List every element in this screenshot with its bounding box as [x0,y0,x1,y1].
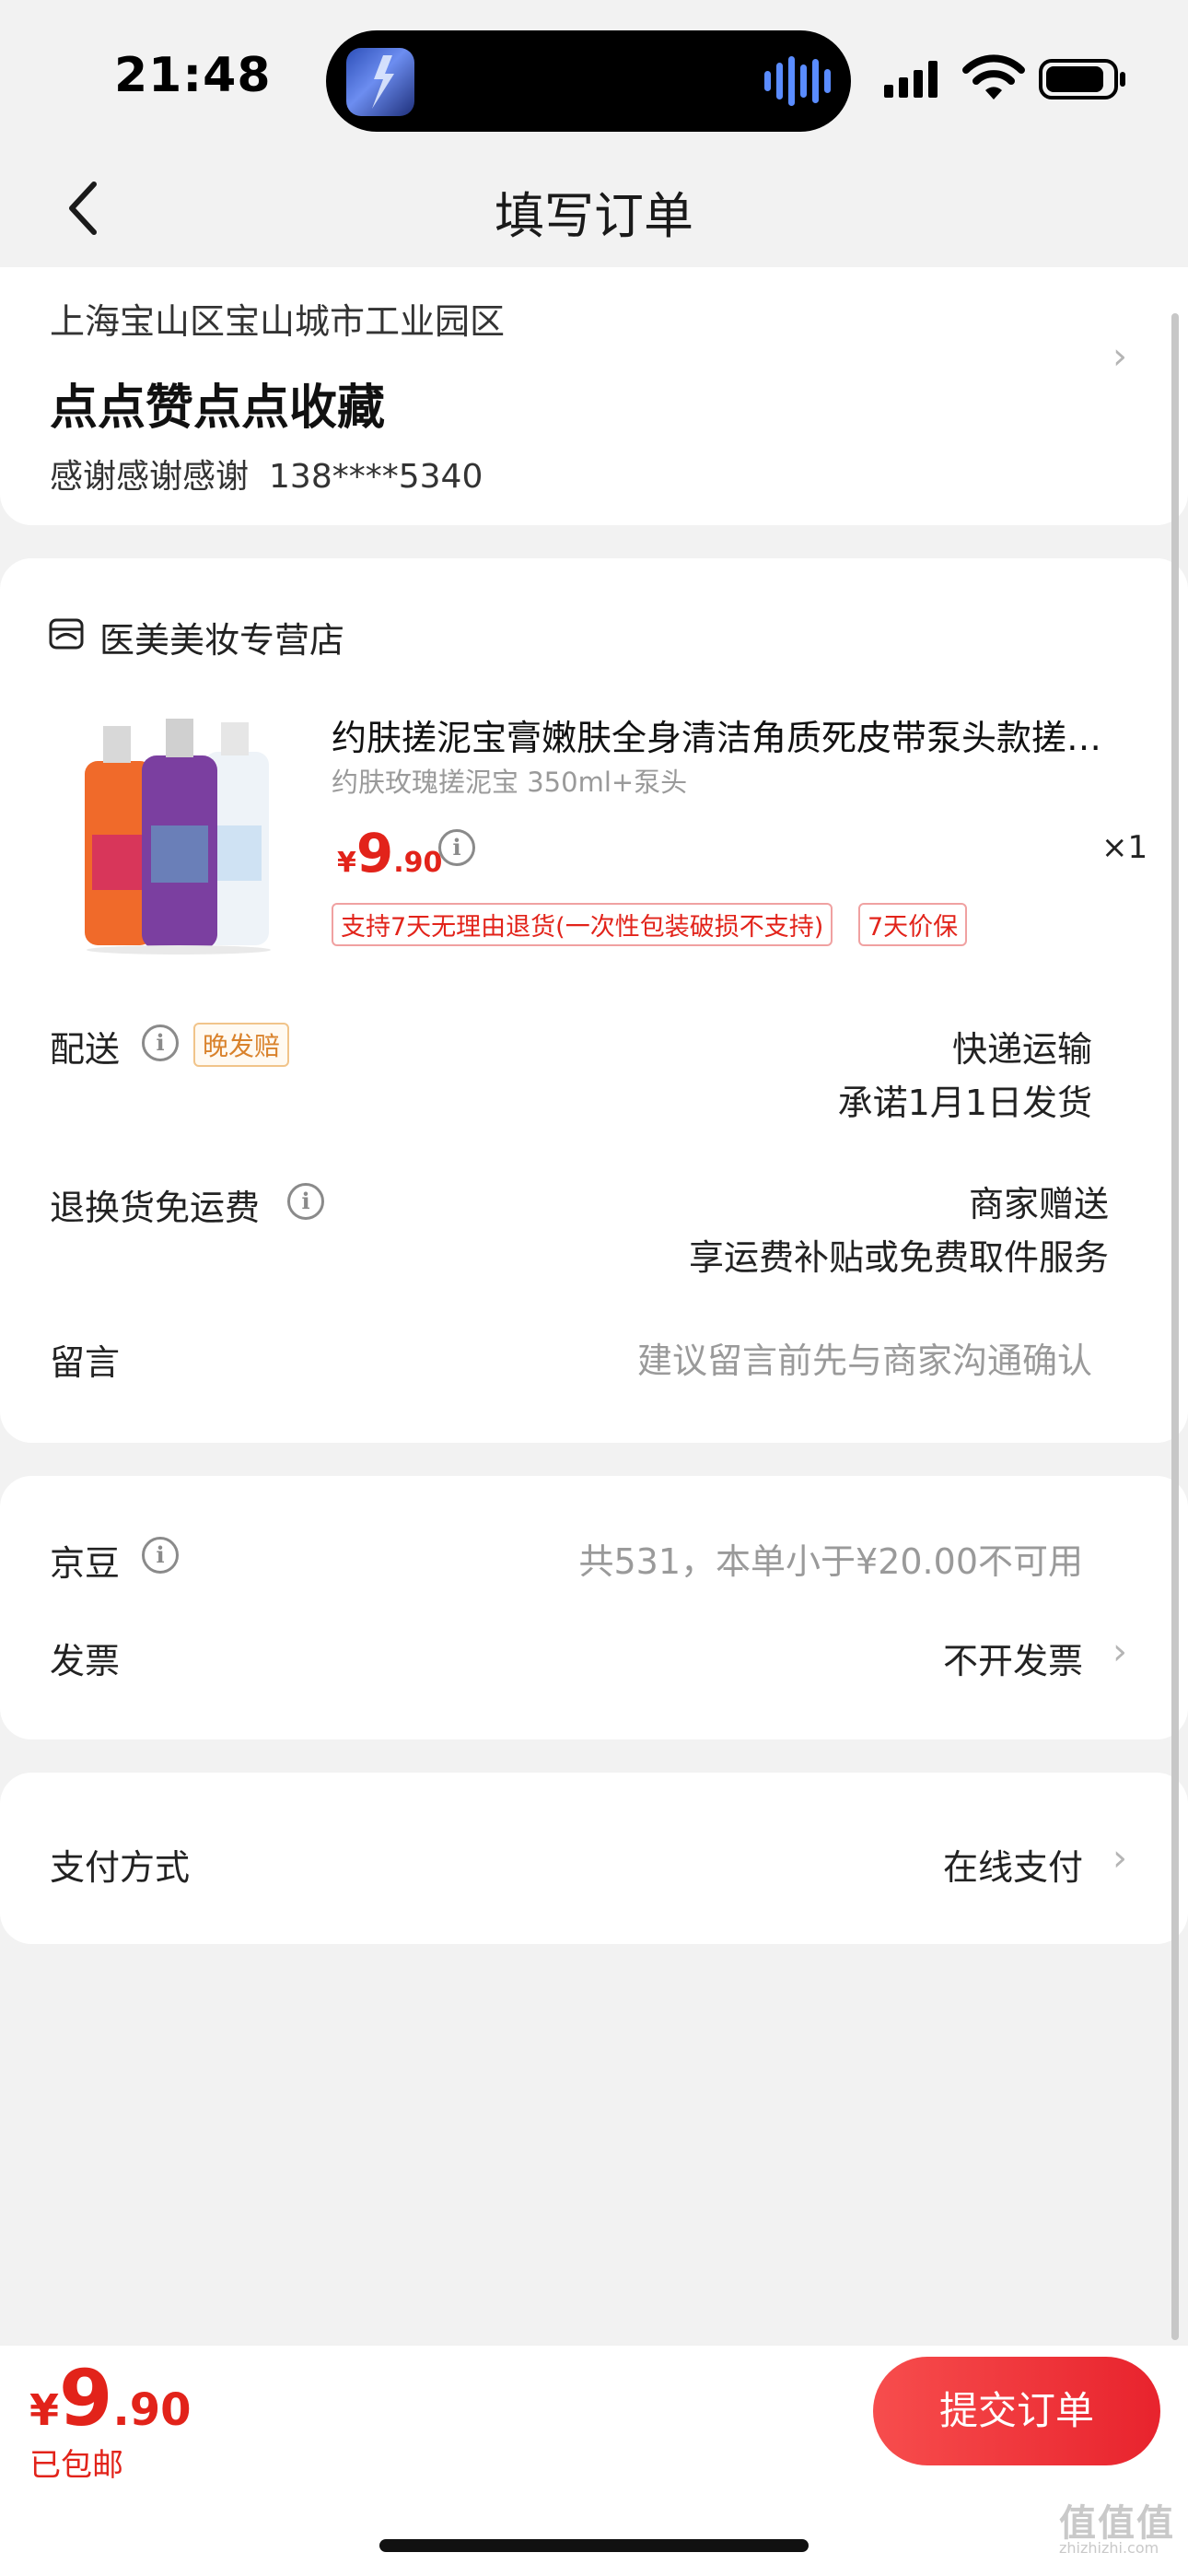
invoice-label: 发票 [50,1641,121,1681]
submit-order-button[interactable]: 提交订单 [873,2357,1160,2465]
price-info-icon[interactable]: i [438,829,475,866]
payment-chevron-icon[interactable]: › [1112,1837,1127,1879]
total-currency: ¥ [29,2385,60,2435]
message-label: 留言 [50,1342,121,1383]
address-chevron-icon[interactable]: › [1112,335,1127,378]
delivery-label: 配送 [50,1029,121,1070]
product-title[interactable]: 约肤搓泥宝膏嫩肤全身清洁角质死皮带泵头款搓… [332,709,1142,760]
battery-level [1046,66,1103,92]
status-time: 21:48 [114,48,272,103]
payment-label: 支付方式 [50,1847,191,1888]
return-shipping-sub: 享运费补贴或免费取件服务 [688,1237,1109,1278]
payment-value[interactable]: 在线支付 [943,1839,1083,1890]
delivery-promise[interactable]: 承诺1月1日发货 [838,1074,1092,1125]
home-indicator[interactable] [379,2539,809,2552]
price-protect-tag: 7天价保 [858,903,968,946]
address-name: 点点赞点点收藏 [50,381,386,436]
store-icon [49,618,84,650]
return-shipping-label: 退换货免运费 [50,1188,261,1228]
late-compensation-badge: 晚发赔 [193,1023,290,1067]
return-policy-tag: 支持7天无理由退货(一次性包装破损不支持) [332,903,833,946]
page-title: 填写订单 [495,187,693,245]
store-card [0,558,1188,1443]
scrollbar[interactable] [1171,313,1179,2340]
live-activity-thumbnail [346,48,414,116]
jingdou-info-icon[interactable]: i [142,1537,179,1574]
invoice-chevron-icon[interactable]: › [1112,1631,1127,1673]
free-shipping-note: 已包邮 [29,2447,123,2484]
price-integer: 9 [355,822,394,884]
battery-cap [1120,72,1125,87]
jingdou-label: 京豆 [50,1543,121,1584]
wifi-icon [962,54,1025,100]
address-line: 上海宝山区宝山城市工业园区 [50,301,506,342]
price-currency: ¥ [337,847,356,879]
total-decimal: .90 [112,2384,192,2436]
cellular-signal-icon [884,61,938,98]
price-decimal: .90 [393,847,443,879]
audio-wave-icon [764,55,831,107]
product-price: ¥9.90 [337,822,442,884]
jingdou-value: 共531，本单小于¥20.00不可用 [578,1541,1084,1582]
product-quantity: ×1 [1101,829,1148,866]
contact-name: 感谢感谢感谢 [50,458,250,496]
return-shipping-info-icon[interactable]: i [287,1183,324,1220]
product-spec[interactable]: 约肤玫瑰搓泥宝 350ml+泵头 [332,761,687,800]
address-contact: 感谢感谢感谢 138****5340 [50,450,503,498]
invoice-value[interactable]: 不开发票 [943,1633,1083,1683]
total-integer: 9 [59,2353,113,2443]
delivery-method[interactable]: 快递运输 [952,1021,1092,1071]
store-name[interactable]: 医美美妆专营店 [99,612,344,662]
return-shipping-value: 商家赠送 [968,1184,1109,1224]
benefits-card [0,1476,1188,1739]
message-input[interactable]: 建议留言前先与商家沟通确认 [637,1332,1092,1383]
product-image[interactable] [76,715,278,954]
watermark-sub: zhizhizhi.com [1059,2539,1159,2557]
contact-phone: 138****5340 [269,458,483,496]
delivery-info-icon[interactable]: i [142,1025,179,1061]
total-price: ¥9.90 [29,2353,192,2443]
